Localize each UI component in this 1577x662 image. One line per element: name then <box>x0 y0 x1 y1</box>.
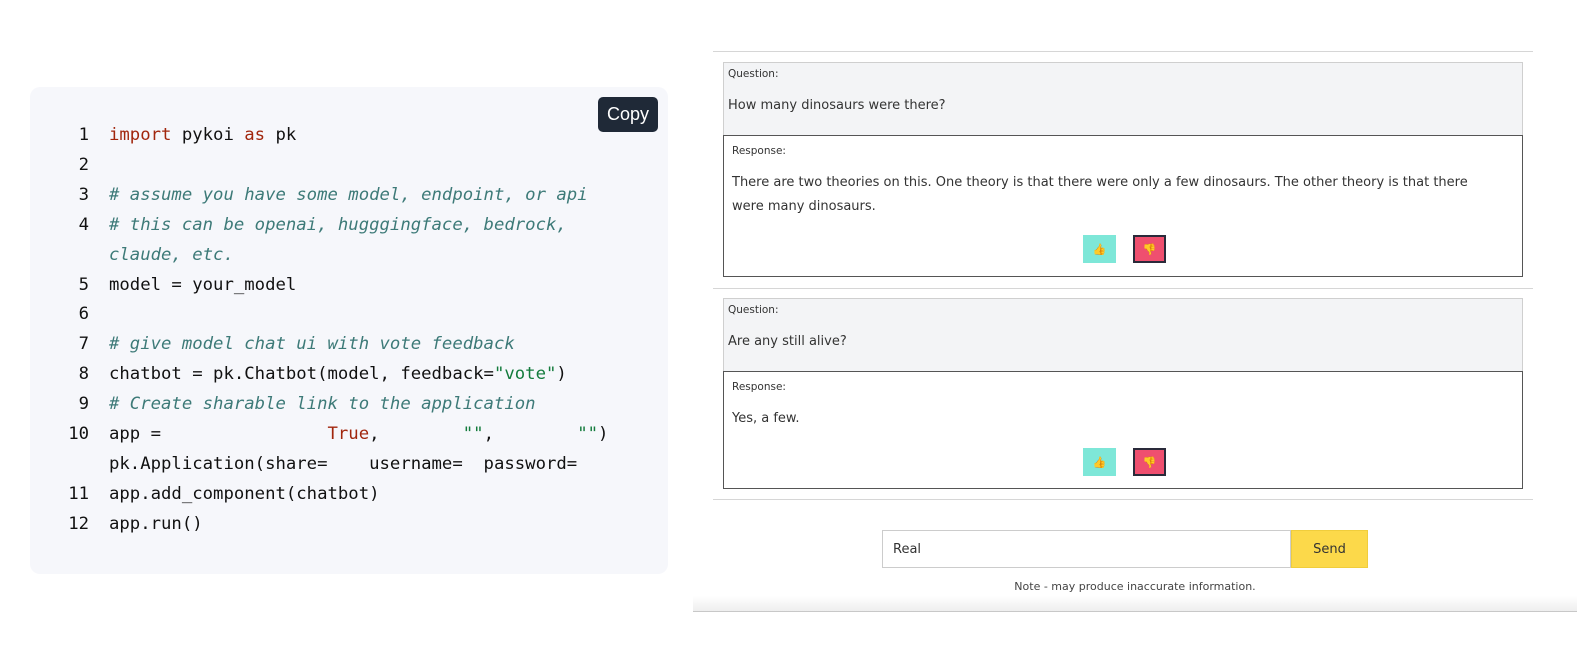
code-block: Copy 1 import pykoi as pk 2 3 # assume you … <box>30 87 668 574</box>
code-line: 10 app = True, "", "") <box>60 420 608 450</box>
code-line: 6 <box>60 300 608 330</box>
code-line: 1 import pykoi as pk <box>60 121 608 151</box>
response-card: Response: There are two theories on this… <box>723 135 1523 277</box>
line-number: 5 <box>78 274 89 295</box>
code-token: "vote" <box>493 364 557 385</box>
code-token: "" <box>577 424 599 445</box>
line-number <box>60 241 109 271</box>
code-text: # give model chat ui with vote feedback <box>109 330 515 360</box>
divider <box>693 611 1577 612</box>
code-text: import pykoi as pk <box>109 121 296 151</box>
code-token: import <box>109 125 172 145</box>
send-button[interactable]: Send <box>1291 530 1368 568</box>
line-number: 6 <box>78 304 89 325</box>
chat-input[interactable] <box>882 530 1291 568</box>
response-label: Response: <box>732 145 786 157</box>
question-text: How many dinosaurs were there? <box>728 98 946 113</box>
upvote-button[interactable]: 👍 <box>1083 448 1116 476</box>
code-token: app.run() <box>109 513 203 534</box>
code-token: app = <box>109 424 328 445</box>
disclaimer-note: Note - may produce inaccurate informatio… <box>1014 580 1256 593</box>
code-token: , <box>369 424 463 445</box>
code-token: True <box>327 424 370 445</box>
question-text: Are any still alive? <box>728 334 847 349</box>
thumbs-up-icon: 👍 <box>1092 243 1107 256</box>
code-text: pk.Application(share= username= password… <box>109 450 577 480</box>
code-line: 11 app.add_component(chatbot) <box>60 480 608 510</box>
thumbs-down-icon: 👎 <box>1142 243 1157 256</box>
code-token: # give model chat ui with vote feedback <box>109 334 515 355</box>
line-number: 1 <box>78 125 89 145</box>
downvote-button[interactable]: 👎 <box>1133 448 1166 476</box>
code-line: 9 # Create sharable link to the applicati… <box>60 390 608 420</box>
question-card: Question: How many dinosaurs were there? <box>723 62 1523 136</box>
code-token: app.add_component(chatbot) <box>109 483 380 504</box>
code-line: 4 # this can be openai, hugggingface, bed… <box>60 211 608 241</box>
code-line: pk.Application(share= username= password… <box>60 450 608 480</box>
code-line: 3 # assume you have some model, endpoint,… <box>60 181 608 211</box>
line-number: 7 <box>78 334 89 355</box>
footer-shade <box>693 596 1577 612</box>
divider <box>713 288 1533 289</box>
code-line: 12 app.run() <box>60 510 608 540</box>
question-label: Question: <box>728 68 779 80</box>
code-token: # assume you have some model, endpoint, … <box>109 184 588 205</box>
question-card: Question: Are any still alive? <box>723 298 1523 372</box>
code-line: 8 chatbot = pk.Chatbot(model, feedback="v… <box>60 360 608 390</box>
code-text: # Create sharable link to the applicatio… <box>109 390 536 420</box>
code-token: pk <box>265 125 297 145</box>
code-token: model = your_model <box>109 274 297 295</box>
code-token: pk.Application(share= username= password… <box>109 453 578 474</box>
code-token: as <box>244 125 266 145</box>
code-token: # this can be openai, hugggingface, bedr… <box>109 214 567 235</box>
upvote-button[interactable]: 👍 <box>1083 235 1116 263</box>
response-card: Response: Yes, a few. 👍 👎 <box>723 371 1523 489</box>
code-line: claude, etc. <box>60 241 608 271</box>
response-text: There are two theories on this. One theo… <box>732 175 1468 214</box>
code-text: model = your_model <box>109 271 296 301</box>
chat-window: Question: How many dinosaurs were there?… <box>693 0 1577 662</box>
line-number: 2 <box>78 154 89 175</box>
code-line: 5 model = your_model <box>60 271 608 301</box>
code-text: claude, etc. <box>109 241 234 271</box>
code-token: ) <box>598 424 609 445</box>
line-number: 3 <box>78 184 89 205</box>
code-text: app.add_component(chatbot) <box>109 480 380 510</box>
line-number: 10 <box>68 424 89 445</box>
code-text: app = True, "", "") <box>109 420 608 450</box>
code-text: # this can be openai, hugggingface, bedr… <box>109 211 567 241</box>
line-number: 9 <box>78 394 89 415</box>
line-number: 12 <box>68 513 89 534</box>
downvote-button[interactable]: 👎 <box>1133 235 1166 263</box>
code-token: ) <box>556 364 567 385</box>
code-token: chatbot = pk.Chatbot(model, feedback= <box>109 364 494 385</box>
code-text: chatbot = pk.Chatbot(model, feedback="vo… <box>109 360 567 390</box>
response-text: Yes, a few. <box>732 411 800 426</box>
code-line: 7 # give model chat ui with vote feedback <box>60 330 608 360</box>
divider <box>713 499 1533 500</box>
code-token: , <box>483 424 578 445</box>
code-text: # assume you have some model, endpoint, … <box>109 181 588 211</box>
divider <box>713 51 1533 52</box>
code-line: 2 <box>60 151 608 181</box>
line-number: 11 <box>68 483 89 504</box>
thumbs-down-icon: 👎 <box>1142 456 1157 469</box>
code-token: claude, etc. <box>109 244 234 265</box>
code-token: pykoi <box>171 125 245 145</box>
code-listing: 1 import pykoi as pk 2 3 # assume you have … <box>60 121 608 540</box>
code-token: # Create sharable link to the applicatio… <box>109 394 536 415</box>
thumbs-up-icon: 👍 <box>1092 456 1107 469</box>
line-number <box>60 450 109 480</box>
line-number: 8 <box>78 364 89 385</box>
question-label: Question: <box>728 304 779 316</box>
code-text: app.run() <box>109 510 203 540</box>
line-number: 4 <box>78 214 89 235</box>
response-label: Response: <box>732 381 786 393</box>
code-token: "" <box>462 424 484 445</box>
